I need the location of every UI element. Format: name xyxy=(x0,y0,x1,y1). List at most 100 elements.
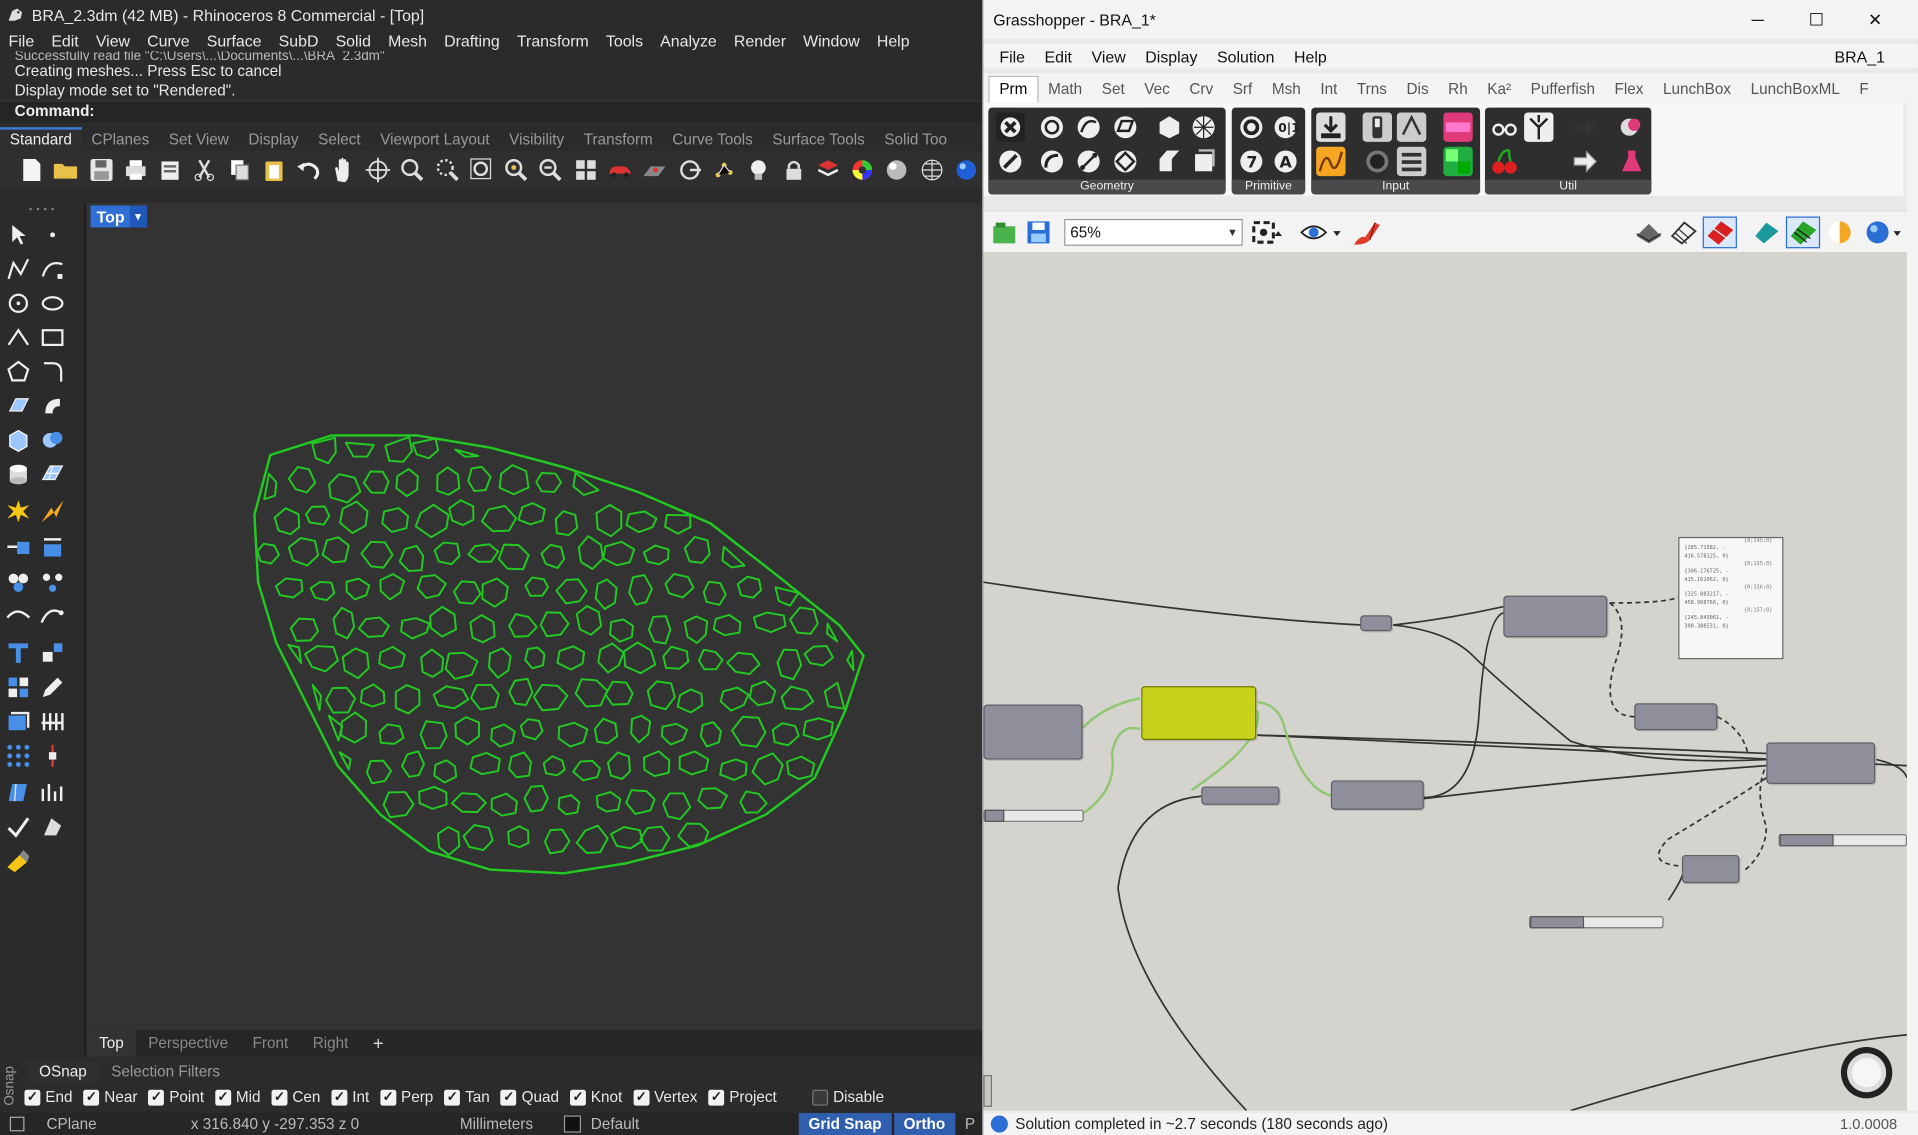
circle-param-icon[interactable] xyxy=(1037,113,1066,142)
array-icon[interactable] xyxy=(4,707,33,736)
gumball-icon[interactable] xyxy=(38,741,67,770)
gh-menu-display[interactable]: Display xyxy=(1136,47,1208,65)
layer-color-swatch[interactable] xyxy=(563,1115,582,1133)
curve-param-icon[interactable] xyxy=(1074,113,1103,142)
lock-icon[interactable] xyxy=(779,155,808,184)
osnap-knot-checkbox[interactable]: ✓ Knot xyxy=(570,1089,622,1106)
osnap-vertex-checkbox[interactable]: ✓ Vertex xyxy=(633,1089,697,1106)
check-icon[interactable] xyxy=(4,812,33,841)
surface-corner-icon[interactable] xyxy=(4,391,33,420)
preview-mesh-icon[interactable] xyxy=(1785,216,1821,249)
gh-tab-msh[interactable]: Msh xyxy=(1262,81,1310,103)
boolean-param-icon[interactable] xyxy=(1237,113,1266,142)
zoom-selected-icon[interactable] xyxy=(502,155,531,184)
rectangle-icon[interactable] xyxy=(38,323,67,352)
gh-canvas[interactable]: {0;145;0} {285.71582, -416.578125, 0} {0;1… xyxy=(983,251,1907,1111)
gh-tab-crv[interactable]: Crv xyxy=(1180,81,1223,103)
point-param-icon[interactable] xyxy=(995,112,1026,142)
tab-select[interactable]: Select xyxy=(308,131,370,151)
gh-tab-int[interactable]: Int xyxy=(1311,81,1348,103)
gradient-icon[interactable] xyxy=(1443,112,1473,142)
gh-menu-view[interactable]: View xyxy=(1082,47,1136,65)
analyze-icon[interactable] xyxy=(38,778,67,807)
gh-tab-trns[interactable]: Trns xyxy=(1347,81,1397,103)
gh-tab-f[interactable]: F xyxy=(1850,81,1879,103)
gh-component[interactable] xyxy=(1681,854,1740,884)
arc-param-icon[interactable] xyxy=(1037,147,1066,176)
gh-selected-component[interactable] xyxy=(1141,686,1257,740)
fillet-curve-icon[interactable] xyxy=(38,357,67,386)
material-ball-icon[interactable] xyxy=(1825,219,1854,252)
gh-number-slider[interactable] xyxy=(1778,834,1907,847)
command-history[interactable]: Successfully read file "C:\Users\...\Doc… xyxy=(0,51,983,101)
minimize-button[interactable]: ─ xyxy=(1730,0,1786,39)
button-object-icon[interactable] xyxy=(1396,112,1427,142)
car-render-icon[interactable] xyxy=(606,155,635,184)
scale-icon[interactable] xyxy=(38,533,67,562)
polygon-icon[interactable] xyxy=(4,357,33,386)
zoom-dropdown[interactable]: 65% ▼ xyxy=(1064,218,1243,246)
gh-tab-pufferfish[interactable]: Pufferfish xyxy=(1521,81,1605,103)
rhino-menu-view[interactable]: View xyxy=(87,31,138,49)
zoom-extents-icon[interactable] xyxy=(1250,219,1284,252)
rhino-menu-help[interactable]: Help xyxy=(868,31,918,49)
properties-icon[interactable] xyxy=(156,155,185,184)
gh-tab-srf[interactable]: Srf xyxy=(1223,81,1262,103)
gh-tab-prm[interactable]: Prm xyxy=(988,75,1039,103)
save-file-icon[interactable] xyxy=(1025,219,1052,252)
layer-icon[interactable] xyxy=(813,155,842,184)
tab-curve-tools[interactable]: Curve Tools xyxy=(663,131,763,151)
surface-param-icon[interactable] xyxy=(1111,113,1140,142)
status-cplane[interactable]: CPlane xyxy=(46,1115,190,1132)
osnap-tan-checkbox[interactable]: ✓ Tan xyxy=(444,1089,490,1106)
planar-button[interactable]: P xyxy=(965,1115,975,1132)
gh-number-slider[interactable] xyxy=(1529,916,1664,929)
gh-tab-lunchbox[interactable]: LunchBox xyxy=(1653,81,1741,103)
integer-param-icon[interactable]: 0|1 xyxy=(1271,113,1300,142)
rhino-menu-drafting[interactable]: Drafting xyxy=(436,31,509,49)
save-icon[interactable] xyxy=(86,155,115,184)
undo-view-icon[interactable] xyxy=(536,155,565,184)
preview-eye-icon[interactable] xyxy=(1299,219,1345,252)
tab-cplanes[interactable]: CPlanes xyxy=(82,131,159,151)
rhino-menu-render[interactable]: Render xyxy=(725,31,794,49)
mesh-param-icon[interactable] xyxy=(1189,113,1218,142)
box-icon[interactable] xyxy=(4,426,33,455)
rhino-menu-window[interactable]: Window xyxy=(795,31,869,49)
osnap-mid-checkbox[interactable]: ✓ Mid xyxy=(215,1089,261,1106)
tab-standard[interactable]: Standard xyxy=(0,127,82,151)
sketch-pen-icon[interactable] xyxy=(1350,218,1382,253)
gh-component[interactable] xyxy=(1634,703,1718,731)
tab-solid-tools[interactable]: Solid Too xyxy=(875,131,957,151)
sphere-dropdown-icon[interactable] xyxy=(1864,219,1906,252)
point-icon[interactable] xyxy=(38,220,67,249)
group-param-icon[interactable] xyxy=(1189,147,1218,176)
osnap-end-checkbox[interactable]: ✓ End xyxy=(24,1089,72,1106)
status-units[interactable]: Millimeters xyxy=(460,1115,564,1132)
mesh-from-nurbs-icon[interactable] xyxy=(38,460,67,489)
add-viewport-button[interactable]: + xyxy=(361,1033,396,1054)
rhino-menu-subd[interactable]: SubD xyxy=(270,31,327,49)
osnap-point-checkbox[interactable]: ✓ Point xyxy=(148,1089,204,1106)
zoom-icon[interactable] xyxy=(398,155,427,184)
tree-icon[interactable] xyxy=(1524,112,1554,142)
rotate-view-icon[interactable] xyxy=(363,155,392,184)
render-grid-icon[interactable] xyxy=(917,155,946,184)
edit-pencil-icon[interactable] xyxy=(38,673,67,702)
tab-surface-tools[interactable]: Surface Tools xyxy=(763,131,875,151)
light-bulb-icon[interactable] xyxy=(744,155,773,184)
gh-component[interactable] xyxy=(1330,780,1424,810)
zoom-window-icon[interactable] xyxy=(432,155,461,184)
drafting-icon[interactable] xyxy=(4,846,33,875)
gh-tab-rh[interactable]: Rh xyxy=(1438,81,1477,103)
preview-selected-icon[interactable] xyxy=(1752,219,1781,252)
print-icon[interactable] xyxy=(121,155,150,184)
gh-menu-file[interactable]: File xyxy=(990,47,1035,65)
osnap-near-checkbox[interactable]: ✓ Near xyxy=(83,1089,137,1106)
rhino-menu-mesh[interactable]: Mesh xyxy=(380,31,436,49)
value-list-icon[interactable] xyxy=(1396,146,1427,177)
move-icon[interactable] xyxy=(4,533,33,562)
gh-menu-edit[interactable]: Edit xyxy=(1035,47,1082,65)
material-sphere-icon[interactable] xyxy=(882,155,911,184)
gh-number-slider[interactable] xyxy=(983,809,1084,822)
